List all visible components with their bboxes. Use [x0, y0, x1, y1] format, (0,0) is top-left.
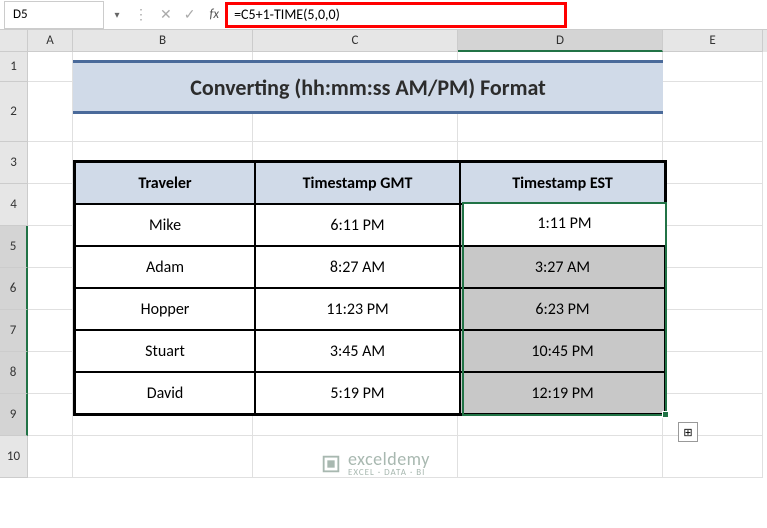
cell-a9[interactable] — [28, 394, 73, 436]
column-headers: A B C D E — [0, 30, 767, 52]
watermark-tagline: EXCEL · DATA · BI — [348, 468, 430, 477]
cell-e8[interactable] — [663, 352, 763, 394]
cell-traveler[interactable]: David — [75, 372, 255, 414]
cell-gmt[interactable]: 8:27 AM — [255, 246, 460, 288]
cell-e1[interactable] — [663, 52, 763, 82]
cell-a1[interactable] — [28, 52, 73, 82]
title-text: Converting (hh:mm:ss AM/PM) Format — [190, 74, 546, 101]
table-row: Adam 8:27 AM 3:27 AM — [75, 246, 665, 288]
cell-a5[interactable] — [28, 226, 73, 268]
header-gmt[interactable]: Timestamp GMT — [255, 162, 460, 204]
cell-a6[interactable] — [28, 268, 73, 310]
formula-text: =C5+1-TIME(5,0,0) — [234, 6, 340, 23]
row-header-4[interactable]: 4 — [0, 184, 28, 226]
cell-gmt[interactable]: 3:45 AM — [255, 330, 460, 372]
table-header-row: Traveler Timestamp GMT Timestamp EST — [75, 162, 665, 204]
cell-e10[interactable] — [663, 436, 763, 478]
row-header-8[interactable]: 8 — [0, 352, 28, 394]
watermark-brand: exceldemy — [348, 450, 430, 468]
enter-icon[interactable]: ✓ — [184, 6, 196, 23]
cell-est[interactable]: 12:19 PM — [460, 372, 665, 414]
ellipsis-icon[interactable]: ⋮ — [134, 6, 148, 23]
cell-e4[interactable] — [663, 184, 763, 226]
watermark: exceldemy EXCEL · DATA · BI — [320, 450, 430, 477]
cell-est[interactable]: 6:23 PM — [460, 288, 665, 330]
watermark-logo-icon — [320, 453, 342, 475]
cell-e6[interactable] — [663, 268, 763, 310]
name-box-value: D5 — [13, 7, 28, 22]
cell-traveler[interactable]: Mike — [75, 204, 255, 246]
formula-tools: ⋮ ✕ ✓ — [126, 6, 203, 23]
row-header-3[interactable]: 3 — [0, 142, 28, 184]
cell-est[interactable]: 3:27 AM — [460, 246, 665, 288]
row-header-7[interactable]: 7 — [0, 310, 28, 352]
cell-d10[interactable] — [458, 436, 663, 478]
cell-a2[interactable] — [28, 82, 73, 142]
cell-traveler[interactable]: Adam — [75, 246, 255, 288]
cell-e3[interactable] — [663, 142, 763, 184]
cell-b10[interactable] — [73, 436, 253, 478]
row-header-10[interactable]: 10 — [0, 436, 28, 478]
formula-bar: D5 ▾ ⋮ ✕ ✓ fx =C5+1-TIME(5,0,0) — [0, 0, 767, 30]
active-cell-value: 1:11 PM — [537, 214, 591, 233]
header-traveler[interactable]: Traveler — [75, 162, 255, 204]
data-table: Traveler Timestamp GMT Timestamp EST Mik… — [73, 160, 667, 416]
formula-input[interactable]: =C5+1-TIME(5,0,0) — [225, 2, 567, 28]
cell-a8[interactable] — [28, 352, 73, 394]
autofill-options-icon[interactable]: ⊞ — [678, 422, 698, 442]
col-header-d[interactable]: D — [458, 30, 663, 52]
table-row: David 5:19 PM 12:19 PM — [75, 372, 665, 414]
row-header-5[interactable]: 5 — [0, 226, 28, 268]
table-row: Hopper 11:23 PM 6:23 PM — [75, 288, 665, 330]
cell-traveler[interactable]: Hopper — [75, 288, 255, 330]
row-header-9[interactable]: 9 — [0, 394, 28, 436]
name-box[interactable]: D5 — [4, 1, 104, 29]
col-header-a[interactable]: A — [28, 30, 73, 52]
cancel-icon[interactable]: ✕ — [160, 6, 172, 23]
row-header-6[interactable]: 6 — [0, 268, 28, 310]
fx-icon[interactable]: fx — [203, 7, 225, 22]
col-header-b[interactable]: B — [73, 30, 253, 52]
cell-e5[interactable] — [663, 226, 763, 268]
col-header-c[interactable]: C — [253, 30, 458, 52]
col-header-e[interactable]: E — [663, 30, 763, 52]
cell-a7[interactable] — [28, 310, 73, 352]
select-all-corner[interactable] — [0, 30, 28, 52]
cell-gmt[interactable]: 6:11 PM — [255, 204, 460, 246]
cell-gmt[interactable]: 5:19 PM — [255, 372, 460, 414]
table-row: Stuart 3:45 AM 10:45 PM — [75, 330, 665, 372]
active-cell-d5[interactable]: 1:11 PM — [462, 202, 667, 246]
spreadsheet-grid: A B C D E 1 2 3 — [0, 30, 767, 478]
row-header-1[interactable]: 1 — [0, 52, 28, 82]
cell-e7[interactable] — [663, 310, 763, 352]
header-est[interactable]: Timestamp EST — [460, 162, 665, 204]
cell-e2[interactable] — [663, 82, 763, 142]
cell-a10[interactable] — [28, 436, 73, 478]
title-banner: Converting (hh:mm:ss AM/PM) Format — [73, 60, 663, 114]
cell-gmt[interactable]: 11:23 PM — [255, 288, 460, 330]
cell-est[interactable]: 10:45 PM — [460, 330, 665, 372]
cell-a3[interactable] — [28, 142, 73, 184]
name-box-dropdown-icon[interactable]: ▾ — [108, 8, 126, 21]
cell-traveler[interactable]: Stuart — [75, 330, 255, 372]
cell-a4[interactable] — [28, 184, 73, 226]
row-header-2[interactable]: 2 — [0, 82, 28, 142]
